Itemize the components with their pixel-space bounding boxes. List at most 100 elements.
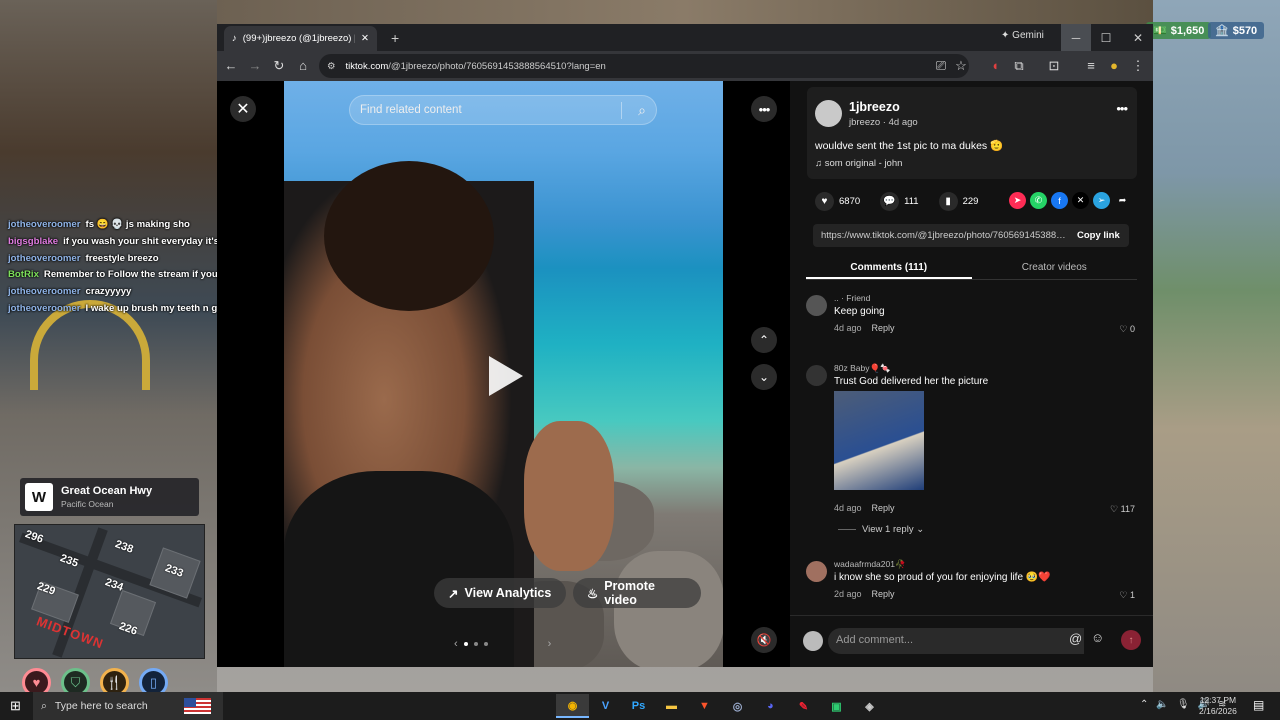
whatsapp-icon[interactable]: ✆: [1030, 192, 1047, 209]
post-header: 1jbreezo jbreezo · 4d ago ••• wouldve se…: [807, 87, 1137, 179]
carousel-dot[interactable]: [463, 642, 468, 646]
commenter-avatar[interactable]: [806, 561, 827, 582]
back-icon[interactable]: ←: [223, 58, 239, 73]
x-icon[interactable]: ✕: [1072, 192, 1089, 209]
gemini-button[interactable]: ✦ Gemini: [1001, 30, 1044, 41]
forward-icon[interactable]: →: [247, 58, 263, 73]
taskbar-apps: ◉ V Ps ▬ ▼ ◎ ◕ ✎ ▣ ◈: [556, 694, 886, 718]
comment-image[interactable]: [834, 391, 924, 490]
profile-icon[interactable]: ●: [1106, 58, 1122, 73]
new-tab-button[interactable]: +: [391, 30, 399, 46]
notification-icon[interactable]: ▤: [1253, 698, 1264, 712]
post-url[interactable]: https://www.tiktok.com/@1jbreezo/photo/7…: [813, 230, 1069, 241]
volume-icon[interactable]: 🔈: [1156, 699, 1168, 710]
share-icon[interactable]: ➦: [1114, 192, 1131, 209]
sound-name: som original - john: [824, 158, 903, 169]
like-button[interactable]: ♥ 6870: [815, 192, 860, 211]
windows-start-icon[interactable]: ⊞: [10, 698, 21, 714]
facebook-icon[interactable]: f: [1051, 192, 1068, 209]
misc-app-icon[interactable]: ◈: [853, 694, 886, 718]
send-icon[interactable]: ↑: [1121, 630, 1141, 650]
browser-toolbar: ← → ↻ ⌂ ⚙ tiktok.com/@1jbreezo/photo/760…: [217, 51, 1153, 81]
save-button[interactable]: ▮ 229: [938, 192, 978, 211]
comment-button[interactable]: 💬 111: [880, 192, 919, 211]
steam-icon[interactable]: ◎: [721, 694, 754, 718]
comment-text: Trust God delivered her the picture: [834, 376, 989, 387]
cast-icon[interactable]: ⎚: [933, 58, 949, 74]
site-info-icon[interactable]: ⚙: [327, 61, 336, 72]
maximize-button[interactable]: ☐: [1091, 24, 1121, 51]
emoji-icon[interactable]: ☺: [1091, 630, 1104, 645]
extensions-puzzle-icon[interactable]: ⧉: [1011, 58, 1027, 74]
copy-link-button[interactable]: Copy link: [1069, 230, 1120, 241]
tab-search-icon[interactable]: ⊡: [1046, 58, 1062, 74]
app-icon[interactable]: ✎: [787, 694, 820, 718]
related-search-input[interactable]: Find related content ⌕: [349, 95, 657, 125]
commenter-name[interactable]: .. · Friend: [834, 293, 870, 303]
search-icon[interactable]: ⌕: [638, 102, 646, 119]
next-post-button[interactable]: ⌄: [751, 364, 777, 390]
close-viewer-button[interactable]: ✕: [230, 96, 256, 122]
comment-like[interactable]: ♡ 1: [1119, 590, 1135, 601]
vscode-icon[interactable]: V: [589, 694, 622, 718]
chrome-icon[interactable]: ◉: [556, 694, 589, 718]
reload-icon[interactable]: ↻: [271, 58, 287, 74]
comment-like[interactable]: ♡ 117: [1110, 504, 1135, 515]
tab-creator-videos[interactable]: Creator videos: [972, 256, 1138, 279]
mention-icon[interactable]: @: [1069, 631, 1082, 646]
play-icon[interactable]: [489, 356, 523, 396]
game-launcher-icon[interactable]: ▣: [820, 694, 853, 718]
chat-user: jotheoveroomer: [8, 252, 81, 264]
tab-comments[interactable]: Comments (111): [806, 256, 972, 279]
carousel-dot[interactable]: [473, 642, 478, 646]
display-name[interactable]: 1jbreezo: [849, 100, 900, 114]
commenter-name[interactable]: wadaafrmda201🥀: [834, 559, 906, 570]
tray-chevron-icon[interactable]: ⌃: [1140, 699, 1148, 710]
reading-list-icon[interactable]: ≡: [1083, 58, 1099, 73]
commenter-avatar[interactable]: [806, 365, 827, 386]
commenter-name[interactable]: 80z Baby🎈🍬: [834, 363, 891, 374]
prev-photo-icon[interactable]: ‹: [454, 638, 458, 650]
menu-icon[interactable]: ⋮: [1130, 58, 1146, 74]
brave-icon[interactable]: ▼: [688, 694, 721, 718]
url-host: tiktok.com: [345, 60, 389, 72]
commenter-avatar[interactable]: [806, 295, 827, 316]
carousel-dot[interactable]: [483, 642, 488, 646]
flag-icon[interactable]: [184, 698, 211, 714]
cash-amount: $1,650: [1170, 24, 1205, 37]
view-analytics-button[interactable]: ↗ View Analytics: [434, 578, 566, 608]
extension-icon[interactable]: ◖: [987, 58, 1003, 73]
sound-link[interactable]: ♫ som original - john: [815, 158, 902, 169]
repost-icon[interactable]: ➤: [1009, 192, 1026, 209]
add-comment-input[interactable]: Add comment...: [828, 628, 1084, 654]
tab-tiktok[interactable]: ♪ (99+)jbreezo (@1jbreezo) | TikTok ✕: [224, 26, 377, 51]
close-window-button[interactable]: ✕: [1123, 24, 1153, 51]
photoshop-icon[interactable]: Ps: [622, 694, 655, 718]
more-options-button[interactable]: •••: [751, 96, 777, 122]
handle[interactable]: jbreezo: [849, 117, 880, 128]
reply-button[interactable]: Reply: [872, 323, 895, 333]
telegram-icon[interactable]: ➢: [1093, 192, 1110, 209]
home-icon[interactable]: ⌂: [295, 58, 311, 73]
close-tab-icon[interactable]: ✕: [361, 33, 369, 44]
avatar[interactable]: [815, 100, 842, 127]
photo-post[interactable]: Find related content ⌕ ↗ View Analytics ♨…: [284, 81, 723, 667]
reply-button[interactable]: Reply: [872, 503, 895, 513]
next-photo-icon[interactable]: ›: [548, 638, 552, 650]
promote-video-button[interactable]: ♨ Promote video: [573, 578, 701, 608]
post-more-icon[interactable]: •••: [1116, 101, 1128, 116]
status-bar: ♥ ⛉ 🍴 ▯: [22, 668, 168, 692]
mic-icon[interactable]: 🎙: [1177, 699, 1190, 710]
file-explorer-icon[interactable]: ▬: [655, 694, 688, 718]
comment-like[interactable]: ♡ 0: [1119, 324, 1135, 335]
minimize-button[interactable]: ─: [1061, 24, 1091, 51]
view-replies-button[interactable]: View 1 reply ⌄: [838, 524, 924, 535]
previous-post-button[interactable]: ⌃: [751, 327, 777, 353]
clock[interactable]: 12:37 PM 2/16/2026: [1199, 695, 1237, 717]
mute-icon[interactable]: 🔇: [751, 627, 777, 653]
reply-button[interactable]: Reply: [872, 589, 895, 599]
address-bar[interactable]: ⚙ tiktok.com/@1jbreezo/photo/76056914538…: [319, 54, 969, 78]
street-name: Great Ocean Hwy: [61, 485, 153, 497]
discord-icon[interactable]: ◕: [754, 694, 787, 718]
bookmark-star-icon[interactable]: ☆: [953, 58, 969, 74]
